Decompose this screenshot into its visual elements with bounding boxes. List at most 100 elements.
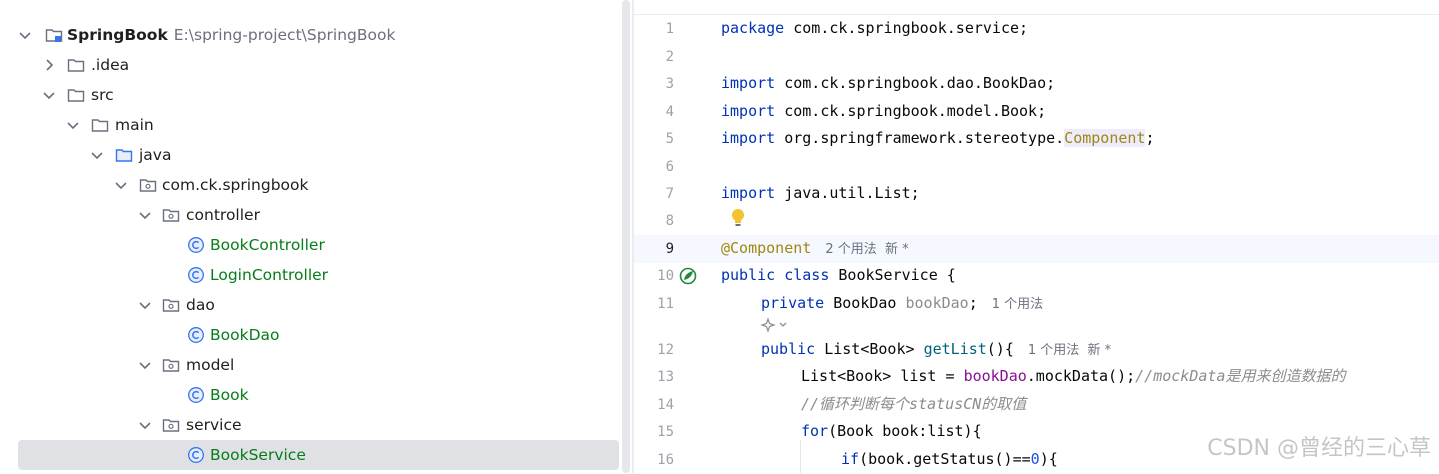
package-icon [162,419,180,432]
tree-item-src[interactable]: src [0,80,632,110]
tree-item-label: .idea [91,56,130,74]
tree-item-label: dao [186,296,215,314]
module-folder-icon [45,29,63,43]
code-line[interactable]: 6 [634,153,1439,181]
code-text: private BookDao bookDao; 1 个用法 [761,294,1044,312]
project-tree: SpringBook E:\spring-project\SpringBook .… [0,0,632,473]
folder-icon [67,89,85,102]
code-text: public List<Book> getList(){1 个用法 新 * [761,340,1112,358]
line-number: 16 [657,452,674,468]
chevron-down-icon[interactable] [137,417,153,433]
line-number: 3 [665,76,674,92]
line-number: 14 [657,397,674,413]
tree-item-label: controller [186,206,260,224]
tree-item-main[interactable]: main [0,110,632,140]
code-line[interactable]: 5 import org.springframework.stereotype.… [634,125,1439,153]
folder-icon [91,119,109,132]
package-icon [162,359,180,372]
tree-item-label: src [91,86,114,104]
tree-item-label: BookService [210,446,306,464]
line-number: 11 [657,296,674,312]
chevron-down-icon[interactable] [65,117,81,133]
code-line[interactable]: 3 import com.ck.springbook.dao.BookDao; [634,70,1439,98]
tree-item-package-root[interactable]: com.ck.springbook [0,170,632,200]
tree-item-controller[interactable]: controller [0,200,632,230]
tree-item-label: java [139,146,172,164]
line-number: 6 [665,159,674,175]
ai-assist-icon[interactable] [760,317,792,333]
code-text: import java.util.List; [721,184,920,202]
bulb-icon[interactable] [730,207,746,229]
class-icon [187,386,205,404]
tree-item-dao[interactable]: dao [0,290,632,320]
chevron-down-icon[interactable] [137,357,153,373]
line-number: 2 [665,49,674,65]
line-number: 1 [665,21,674,37]
tree-item-label: model [186,356,235,374]
code-line[interactable]: 1 package com.ck.springbook.service; [634,15,1439,43]
tree-item-label: service [186,416,242,434]
code-line[interactable]: 7 import java.util.List; [634,180,1439,208]
code-text: for(Book book:list){ [801,422,982,440]
project-name: SpringBook [67,26,168,44]
code-line[interactable]: 4 import com.ck.springbook.model.Book; [634,98,1439,126]
tree-item-label: main [115,116,154,134]
tree-item-label: SpringBook E:\spring-project\SpringBook [67,25,395,45]
code-line[interactable]: 2 [634,43,1439,71]
code-text: @Component 2 个用法 新 * [721,239,909,257]
chevron-down-icon[interactable] [137,297,153,313]
tree-item-label: Book [210,386,249,404]
code-line[interactable]: 10 public class BookService { [634,262,1439,290]
code-text: import com.ck.springbook.dao.BookDao; [721,74,1056,92]
selection-highlight [18,440,619,470]
project-path: E:\spring-project\SpringBook [173,26,396,44]
ai-assist-inlay[interactable] [634,314,1439,336]
chevron-down-icon[interactable] [17,27,33,43]
code-line[interactable]: 8 [634,207,1439,235]
chevron-down-icon[interactable] [137,207,153,223]
bean-gutter-icon[interactable] [678,266,698,286]
chevron-down-icon[interactable] [89,147,105,163]
chevron-down-icon[interactable] [41,87,57,103]
line-number: 4 [665,104,674,120]
tree-item-label: LoginController [210,266,329,284]
line-number: 13 [657,369,674,385]
source-folder-icon [115,149,133,162]
line-number: 15 [657,424,674,440]
code-text: import com.ck.springbook.model.Book; [721,102,1047,120]
code-text: //循环判断每个statusCN的取值 [801,395,1027,413]
tree-item-label: com.ck.springbook [162,176,309,194]
tree-item-bookcontroller[interactable]: BookController [0,230,632,260]
tree-item-java[interactable]: java [0,140,632,170]
class-icon [187,236,205,254]
line-number: 12 [657,342,674,358]
tree-scrollbar-thumb[interactable] [622,0,630,473]
code-line[interactable]: 14 //循环判断每个statusCN的取值 [634,391,1439,419]
line-number: 7 [665,186,674,202]
watermark: CSDN @曾经的三心草 [1207,436,1431,461]
tree-item-book[interactable]: Book [0,380,632,410]
line-number: 10 [657,268,674,284]
code-text: List<Book> list = bookDao.mockData();//m… [801,367,1346,385]
chevron-down-icon[interactable] [113,177,129,193]
code-text: package com.ck.springbook.service; [721,19,1029,37]
tree-item-model[interactable]: model [0,350,632,380]
tree-item-project-root[interactable]: SpringBook E:\spring-project\SpringBook [0,20,632,50]
package-icon [139,179,157,192]
tree-item-service[interactable]: service [0,410,632,440]
tree-item-idea[interactable]: .idea [0,50,632,80]
code-line[interactable]: 12 public List<Book> getList(){1 个用法 新 * [634,336,1439,364]
tree-item-logincontroller[interactable]: LoginController [0,260,632,290]
code-text: public class BookService { [721,266,956,284]
class-icon [187,326,205,344]
tree-item-label: BookDao [210,326,280,344]
code-line[interactable]: 13 List<Book> list = bookDao.mockData();… [634,363,1439,391]
tree-item-bookdao[interactable]: BookDao [0,320,632,350]
code-text: if(book.getStatus()==0){ [841,450,1058,468]
package-icon [162,299,180,312]
tree-item-bookservice[interactable]: BookService [0,440,632,470]
tree-item-label: BookController [210,236,325,254]
code-editor[interactable]: 1 package com.ck.springbook.service; 2 3… [634,0,1439,473]
code-line-current[interactable]: 9 @Component 2 个用法 新 * [634,235,1439,263]
chevron-right-icon[interactable] [41,57,57,73]
